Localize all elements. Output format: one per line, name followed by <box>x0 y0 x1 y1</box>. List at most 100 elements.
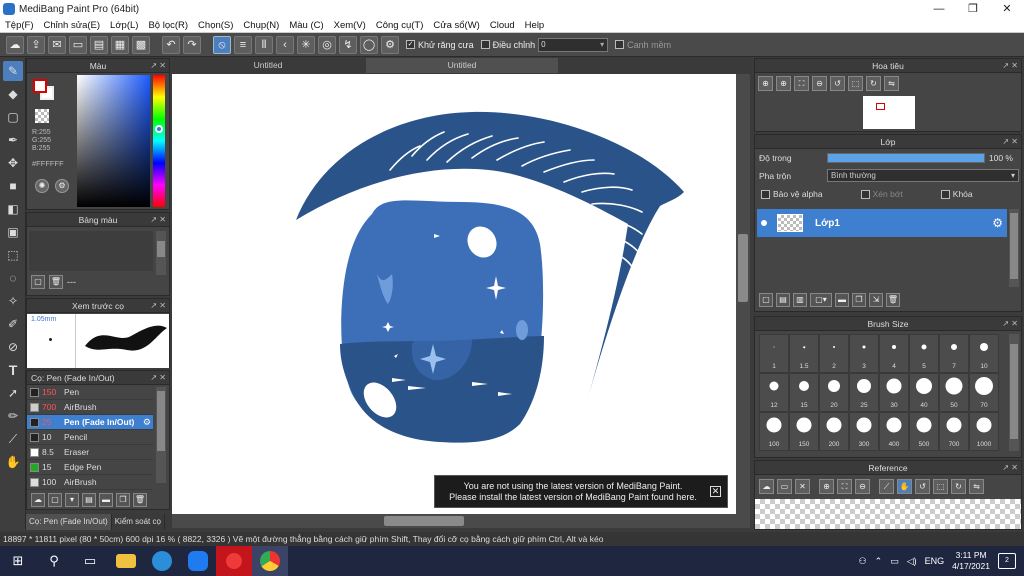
brush-size-cell[interactable]: 50 <box>939 373 969 412</box>
merge-layer-icon[interactable]: ⇲ <box>869 293 883 307</box>
menu-layer[interactable]: Lớp(L) <box>105 20 143 31</box>
brush-list-item[interactable]: 700 AirBrush <box>27 400 153 415</box>
brush-size-cell[interactable]: 25 <box>849 373 879 412</box>
brush-size-cell[interactable]: 1000 <box>969 412 999 451</box>
comment-icon[interactable]: ✉ <box>48 35 66 54</box>
duplicate-icon[interactable]: ❐ <box>116 493 130 507</box>
clock[interactable]: 3:11 PM 4/17/2021 <box>952 550 990 572</box>
brush-size-cell[interactable]: 100 <box>759 412 789 451</box>
snap-settings-icon[interactable]: ⚙ <box>381 35 399 54</box>
opacity-slider[interactable] <box>827 153 985 163</box>
parallel-snap-icon[interactable]: ≡ <box>234 35 252 54</box>
tab-brush[interactable]: Cọ: Pen (Fade In/Out) <box>26 514 112 530</box>
radial-snap-icon[interactable]: ✳ <box>297 35 315 54</box>
ellipse-snap-icon[interactable]: ◯ <box>360 35 378 54</box>
scroll-thumb[interactable] <box>384 516 464 526</box>
menu-select[interactable]: Chọn(S) <box>193 20 238 31</box>
rotate-left-icon[interactable]: ↺ <box>830 75 845 91</box>
reset-view-icon[interactable]: ⬚ <box>848 75 863 91</box>
canvas-horizontal-scrollbar[interactable] <box>172 514 750 528</box>
menu-view[interactable]: Xem(V) <box>329 20 371 31</box>
menu-cloud[interactable]: Cloud <box>485 20 520 31</box>
new-halftone-layer-icon[interactable]: ▤ <box>776 293 790 307</box>
zoom-out-icon[interactable]: ⊖ <box>855 478 870 494</box>
zoom-in-icon[interactable]: ⊕ <box>776 75 791 91</box>
new-palette-icon[interactable]: ▢ <box>31 275 45 289</box>
brush-size-cell[interactable]: 20 <box>819 373 849 412</box>
brush-list-item[interactable]: 15 Edge Pen <box>27 460 153 475</box>
brush-size-cell[interactable]: 7 <box>939 334 969 373</box>
eraser-tool-icon[interactable]: ◆ <box>3 84 23 104</box>
trash-icon[interactable]: 🗑 <box>886 293 900 307</box>
folder-icon[interactable]: ▬ <box>99 493 113 507</box>
zoom-out-icon[interactable]: ⊖ <box>812 75 827 91</box>
transparent-color-swatch[interactable] <box>35 109 49 123</box>
cloud-brush-icon[interactable]: ☁ <box>31 493 45 507</box>
scroll-thumb[interactable] <box>738 234 748 302</box>
navigator-thumbnail[interactable] <box>863 96 915 129</box>
vanish-snap-icon[interactable]: ‹ <box>276 35 294 54</box>
trash-icon[interactable]: 🗑 <box>133 493 147 507</box>
gear-icon[interactable]: ⚙ <box>143 417 151 428</box>
fill-tool-icon[interactable]: ◧ <box>3 199 23 219</box>
eyedropper-icon[interactable]: ⟋ <box>879 478 894 494</box>
add-brush-icon[interactable]: ▾ <box>65 493 79 507</box>
minimize-button[interactable]: — <box>922 0 956 18</box>
brush-size-cell[interactable]: 500 <box>909 412 939 451</box>
hand-icon[interactable]: ✋ <box>897 478 912 494</box>
zoom-fit-icon[interactable]: ⊕ <box>758 75 773 91</box>
brush-size-cell[interactable]: 3 <box>849 334 879 373</box>
panel-controls-icon[interactable]: ↗ ✕ <box>1002 317 1018 331</box>
doc-tab-1[interactable]: Untitled <box>172 58 364 73</box>
color-wheel-icon[interactable]: ✺ <box>35 179 49 193</box>
divide-tool-icon[interactable]: ✏ <box>3 406 23 426</box>
hue-slider-handle[interactable] <box>155 125 163 133</box>
new-1bit-layer-icon[interactable]: ▥ <box>793 293 807 307</box>
reset-view-icon[interactable]: ⬚ <box>933 478 948 494</box>
menu-window[interactable]: Cửa sổ(W) <box>428 20 484 31</box>
brush-list-item[interactable]: 8.5 Eraser <box>27 445 153 460</box>
tab-brush-control[interactable]: Kiểm soát cọ <box>112 514 165 530</box>
brush-size-cell[interactable]: 700 <box>939 412 969 451</box>
brush-size-cell[interactable]: 1.5 <box>789 334 819 373</box>
foreground-color-swatch[interactable] <box>33 79 47 93</box>
task-view-icon[interactable]: ▭ <box>72 546 108 576</box>
add-layer-menu-icon[interactable]: ▢▾ <box>810 293 832 307</box>
color-settings-icon[interactable]: ⚙ <box>55 179 69 193</box>
language-indicator[interactable]: ENG <box>925 556 945 566</box>
file-explorer-icon[interactable] <box>108 546 144 576</box>
folder-icon[interactable]: ▬ <box>835 293 849 307</box>
opera-icon[interactable] <box>216 546 252 576</box>
layer-item[interactable]: Lớp1 ⚙ <box>757 209 1007 237</box>
curve-snap-icon[interactable]: ↯ <box>339 35 357 54</box>
visibility-icon[interactable] <box>761 220 767 226</box>
maximize-button[interactable]: ❐ <box>956 0 990 18</box>
edge-icon[interactable] <box>144 546 180 576</box>
rotate-right-icon[interactable]: ↻ <box>951 478 966 494</box>
panel-controls-icon[interactable]: ↗ ✕ <box>150 213 166 227</box>
menu-tools[interactable]: Công cụ(T) <box>371 20 429 31</box>
brush-size-cell[interactable]: 10 <box>969 334 999 373</box>
rotate-right-icon[interactable]: ↻ <box>866 75 881 91</box>
antialias-checkbox[interactable]: ✓ Khử răng cưa <box>406 40 474 50</box>
close-icon[interactable]: ✕ <box>795 478 810 494</box>
brush-size-cell[interactable]: 150 <box>789 412 819 451</box>
brush-size-cell[interactable]: 1 <box>759 334 789 373</box>
brush-size-cell[interactable]: 70 <box>969 373 999 412</box>
select-tool-icon[interactable]: ⬚ <box>3 245 23 265</box>
reference-image-area[interactable] <box>755 499 1021 529</box>
saturation-value-picker[interactable] <box>77 75 150 207</box>
hue-slider[interactable] <box>153 75 165 207</box>
grid-icon[interactable]: ▩ <box>132 35 150 54</box>
search-icon[interactable]: ⚲ <box>36 546 72 576</box>
clipping-checkbox[interactable]: Xén bớt <box>860 189 903 199</box>
drawing-canvas[interactable] <box>172 74 736 514</box>
open-folder-icon[interactable]: ▭ <box>777 478 792 494</box>
brush-size-cell[interactable]: 300 <box>849 412 879 451</box>
panel-controls-icon[interactable]: ↗ ✕ <box>1002 461 1018 475</box>
zoom-in-icon[interactable]: ⊕ <box>819 478 834 494</box>
magic-wand-tool-icon[interactable]: ✧ <box>3 291 23 311</box>
select-eraser-tool-icon[interactable]: ⊘ <box>3 337 23 357</box>
blend-mode-select[interactable]: Bình thường ▾ <box>827 169 1019 182</box>
palette-swatches[interactable] <box>29 231 153 271</box>
